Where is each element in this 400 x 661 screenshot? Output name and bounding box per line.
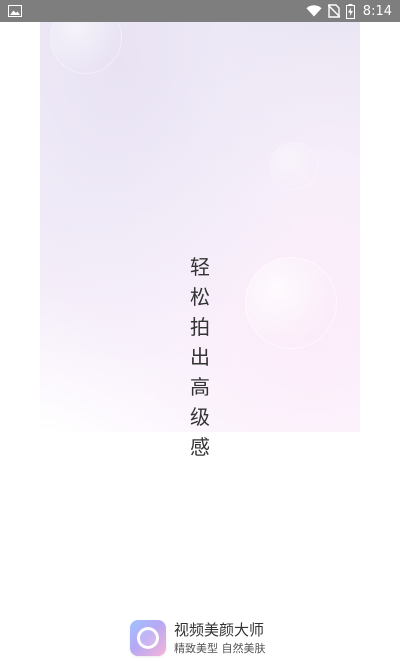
slogan-char: 拍 (190, 315, 210, 339)
decorative-bubble (50, 22, 122, 74)
slogan-char: 出 (190, 345, 210, 369)
battery-charging-icon (345, 3, 355, 19)
slogan-char: 轻 (190, 255, 210, 279)
camera-lens-icon (137, 627, 159, 649)
status-bar-right: 8:14 (306, 3, 392, 19)
decorative-bubble (245, 257, 337, 349)
splash-slogan: 轻 松 拍 出 高 级 感 (186, 252, 214, 462)
status-time: 8:14 (362, 3, 392, 19)
status-bar-left (8, 5, 22, 17)
slogan-char: 松 (190, 285, 210, 309)
decorative-bubble (270, 142, 318, 190)
brand-text: 视频美颜大师 精致美型 自然美肤 (174, 621, 266, 656)
app-tagline: 精致美型 自然美肤 (174, 641, 266, 655)
app-logo (130, 620, 166, 656)
slogan-char: 级 (190, 405, 210, 429)
no-sim-icon (327, 4, 340, 18)
app-brand: 视频美颜大师 精致美型 自然美肤 (130, 620, 266, 656)
app-name: 视频美颜大师 (174, 620, 265, 639)
status-bar: 8:14 (0, 0, 400, 22)
slogan-char: 感 (190, 435, 210, 459)
splash-screen: 8:14 轻 松 拍 出 高 级 感 视频美颜大师 精致美型 自然美肤 (0, 0, 400, 661)
image-icon (8, 5, 22, 17)
slogan-char: 高 (190, 375, 210, 399)
wifi-icon (306, 5, 322, 17)
